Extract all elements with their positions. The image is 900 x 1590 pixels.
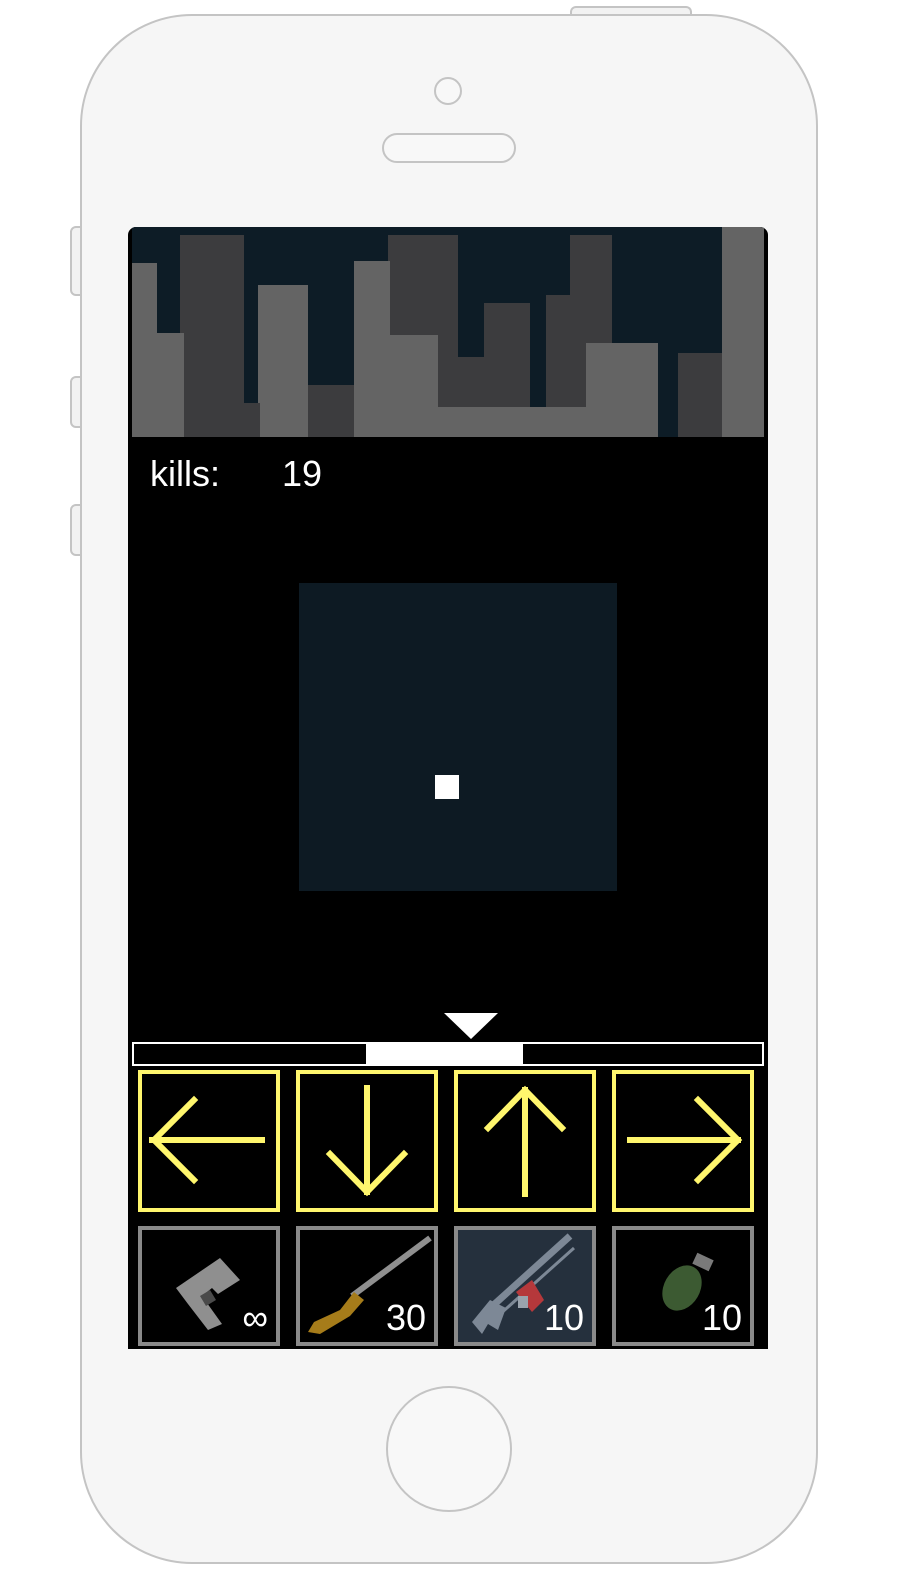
arrow-down-icon (325, 1085, 409, 1197)
player-blip (435, 775, 459, 799)
building (308, 385, 356, 437)
radar-minimap (299, 583, 617, 891)
pistol-ammo: ∞ (242, 1297, 268, 1338)
meter-marker-triangle (444, 1013, 498, 1039)
front-camera (434, 77, 462, 105)
building (586, 343, 658, 437)
building (258, 285, 308, 437)
building (244, 403, 260, 437)
building (180, 235, 244, 437)
move-up-button[interactable] (454, 1070, 596, 1212)
rocket-launcher-ammo: 10 (543, 1297, 584, 1338)
building (438, 407, 586, 437)
weapon-slot-rocket-launcher[interactable]: 10 (454, 1226, 596, 1346)
city-skyline-background (132, 227, 764, 437)
move-left-button[interactable] (138, 1070, 280, 1212)
earpiece-speaker (382, 133, 516, 163)
building (678, 353, 722, 437)
kills-counter: kills: 19 (150, 453, 322, 495)
arrow-right-icon (627, 1095, 743, 1185)
arrow-left-icon (149, 1095, 265, 1185)
move-down-button[interactable] (296, 1070, 438, 1212)
shotgun-ammo: 30 (385, 1297, 426, 1338)
weapon-slot-pistol[interactable]: ∞ (138, 1226, 280, 1346)
aim-meter (132, 1042, 764, 1066)
move-right-button[interactable] (612, 1070, 754, 1212)
building (546, 295, 570, 407)
building (132, 333, 184, 437)
arrow-up-icon (483, 1085, 567, 1197)
grenade-ammo: 10 (701, 1297, 742, 1338)
building (354, 261, 390, 437)
building (390, 335, 438, 437)
meter-highlight (366, 1044, 523, 1064)
weapon-slot-shotgun[interactable]: 30 (296, 1226, 438, 1346)
home-button[interactable] (386, 1386, 512, 1512)
kills-label: kills: (150, 453, 220, 494)
kills-value: 19 (282, 453, 323, 494)
building (722, 227, 764, 437)
game-screen: kills: 19 ∞ 30 10 10 (128, 227, 768, 1349)
weapon-slot-grenade[interactable]: 10 (612, 1226, 754, 1346)
